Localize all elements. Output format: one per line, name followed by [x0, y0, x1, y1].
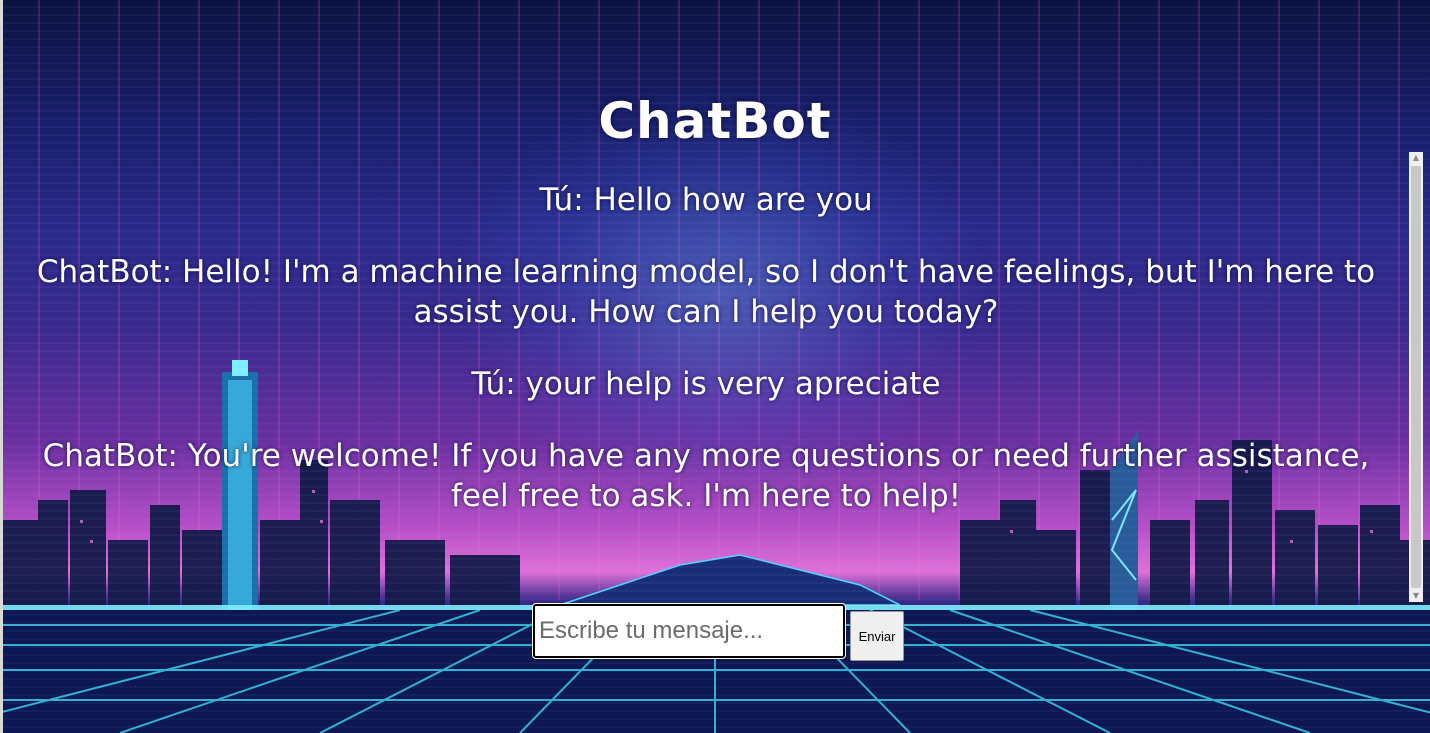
bot-message: ChatBot: You're welcome! If you have any… [42, 438, 1370, 514]
page-title: ChatBot [598, 91, 832, 150]
message-composer: Enviar [532, 601, 904, 661]
user-message: Tú: your help is very apreciate [471, 366, 941, 402]
user-message: Tú: Hello how are you [539, 182, 873, 218]
message-list: Tú: Hello how are you ChatBot: Hello! I'… [3, 180, 1409, 548]
scroll-up-arrow-icon[interactable]: ▲ [1409, 152, 1423, 164]
send-button[interactable]: Enviar [850, 611, 904, 661]
chat-history[interactable]: Tú: Hello how are you ChatBot: Hello! I'… [3, 152, 1423, 602]
bot-message: ChatBot: Hello! I'm a machine learning m… [36, 254, 1376, 330]
scroll-down-arrow-icon[interactable]: ▼ [1409, 590, 1423, 602]
scroll-thumb[interactable] [1411, 166, 1421, 588]
page-background: ChatBot Tú: Hello how are you ChatBot: H… [0, 0, 1430, 733]
chat-scrollbar[interactable]: ▲ ▼ [1409, 152, 1423, 602]
message-input[interactable] [532, 603, 846, 659]
